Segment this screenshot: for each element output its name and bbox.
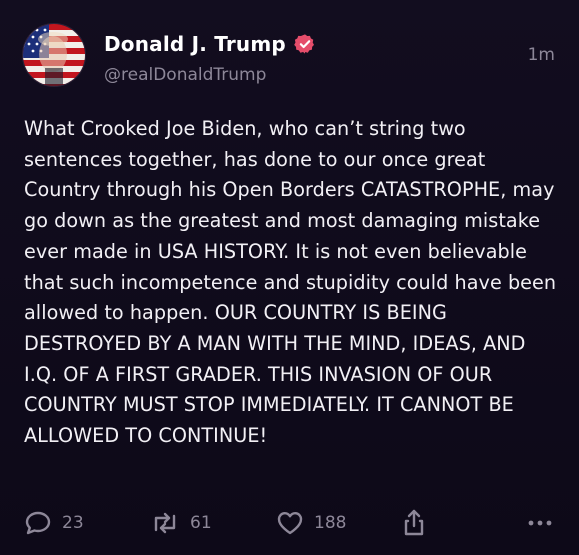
reply-button[interactable]: 23 bbox=[24, 510, 84, 536]
author-handle[interactable]: @realDonaldTrump bbox=[104, 65, 266, 85]
repost-arrows-icon bbox=[150, 510, 180, 536]
avatar[interactable] bbox=[22, 23, 86, 87]
share-button[interactable] bbox=[400, 508, 428, 538]
author-row: Donald J. Trump bbox=[104, 32, 316, 56]
like-button[interactable]: 188 bbox=[276, 510, 346, 536]
retruth-count: 61 bbox=[190, 513, 212, 533]
retruth-button[interactable]: 61 bbox=[150, 510, 212, 536]
post-text: What Crooked Joe Biden, who can’t string… bbox=[24, 117, 563, 448]
reply-count: 23 bbox=[62, 513, 84, 533]
speech-bubble-icon bbox=[24, 510, 52, 536]
verified-badge-icon bbox=[294, 33, 316, 55]
action-bar: 23 61 188 bbox=[0, 508, 579, 538]
post-timestamp[interactable]: 1m bbox=[528, 45, 555, 65]
avatar-image bbox=[23, 24, 85, 86]
more-options-button[interactable] bbox=[526, 510, 554, 536]
share-upload-icon bbox=[400, 508, 428, 538]
author-name[interactable]: Donald J. Trump bbox=[104, 32, 286, 56]
post-card[interactable]: Donald J. Trump @realDonaldTrump 1m What… bbox=[0, 0, 579, 555]
ellipsis-icon bbox=[526, 510, 554, 536]
heart-icon bbox=[276, 510, 304, 536]
like-count: 188 bbox=[314, 513, 347, 533]
